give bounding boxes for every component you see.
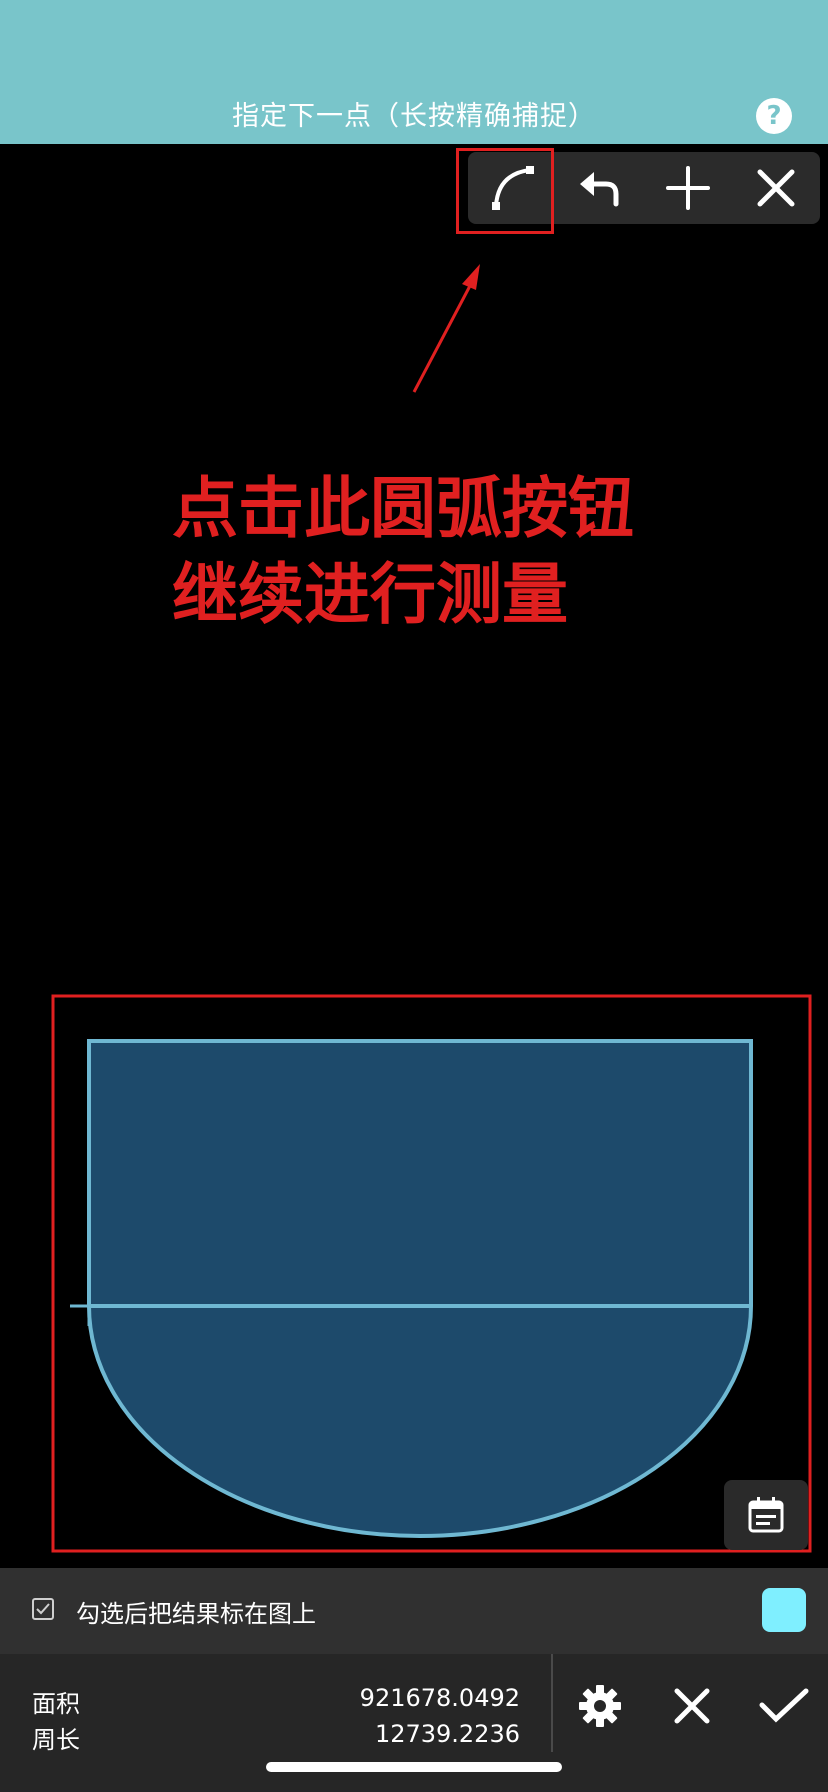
gear-icon bbox=[579, 1685, 621, 1727]
color-swatch-button[interactable] bbox=[762, 1588, 806, 1632]
add-point-button[interactable] bbox=[644, 152, 732, 224]
home-indicator bbox=[266, 1762, 562, 1772]
annotation-line-1: 点击此圆弧按钮 bbox=[172, 470, 634, 547]
plus-icon bbox=[666, 166, 710, 210]
undo-icon bbox=[580, 172, 619, 207]
cancel-drawing-button[interactable] bbox=[732, 152, 820, 224]
annotation-arrow-top bbox=[412, 264, 480, 393]
area-label: 面积 bbox=[32, 1690, 80, 1718]
arc-button-highlight bbox=[456, 148, 554, 234]
perimeter-value: 12739.2236 bbox=[374, 1720, 520, 1748]
help-button[interactable]: ? bbox=[756, 98, 792, 134]
drawing-canvas bbox=[51, 264, 812, 1690]
confirm-button[interactable] bbox=[752, 1674, 816, 1738]
settings-button[interactable] bbox=[568, 1674, 632, 1738]
area-value: 921678.0492 bbox=[359, 1684, 520, 1712]
close-icon bbox=[757, 169, 795, 207]
annotation-text: 点击此圆弧按钮 继续进行测量 bbox=[172, 466, 634, 638]
perimeter-label: 周长 bbox=[32, 1726, 80, 1754]
measured-area bbox=[87, 1039, 753, 1538]
crosshair-cursor bbox=[70, 1290, 110, 1326]
annotation-line-2: 继续进行测量 bbox=[172, 556, 568, 633]
instruction-title: 指定下一点（长按精确捕捉） bbox=[232, 101, 596, 132]
undo-button[interactable] bbox=[556, 152, 644, 224]
close-icon bbox=[674, 1688, 710, 1724]
calendar-button[interactable] bbox=[724, 1480, 808, 1550]
results-divider bbox=[551, 1654, 553, 1752]
mark-result-checkbox[interactable] bbox=[32, 1598, 54, 1620]
header-bar: 指定下一点（长按精确捕捉） ? bbox=[0, 0, 828, 144]
checkmark-icon bbox=[759, 1688, 809, 1723]
mark-result-label: 勾选后把结果标在图上 bbox=[76, 1600, 316, 1628]
checkmark-icon bbox=[36, 1603, 50, 1615]
cancel-button[interactable] bbox=[660, 1674, 724, 1738]
shape-highlight-box bbox=[51, 994, 812, 1553]
calendar-icon bbox=[748, 1497, 784, 1533]
options-bar: 勾选后把结果标在图上 bbox=[0, 1568, 828, 1654]
